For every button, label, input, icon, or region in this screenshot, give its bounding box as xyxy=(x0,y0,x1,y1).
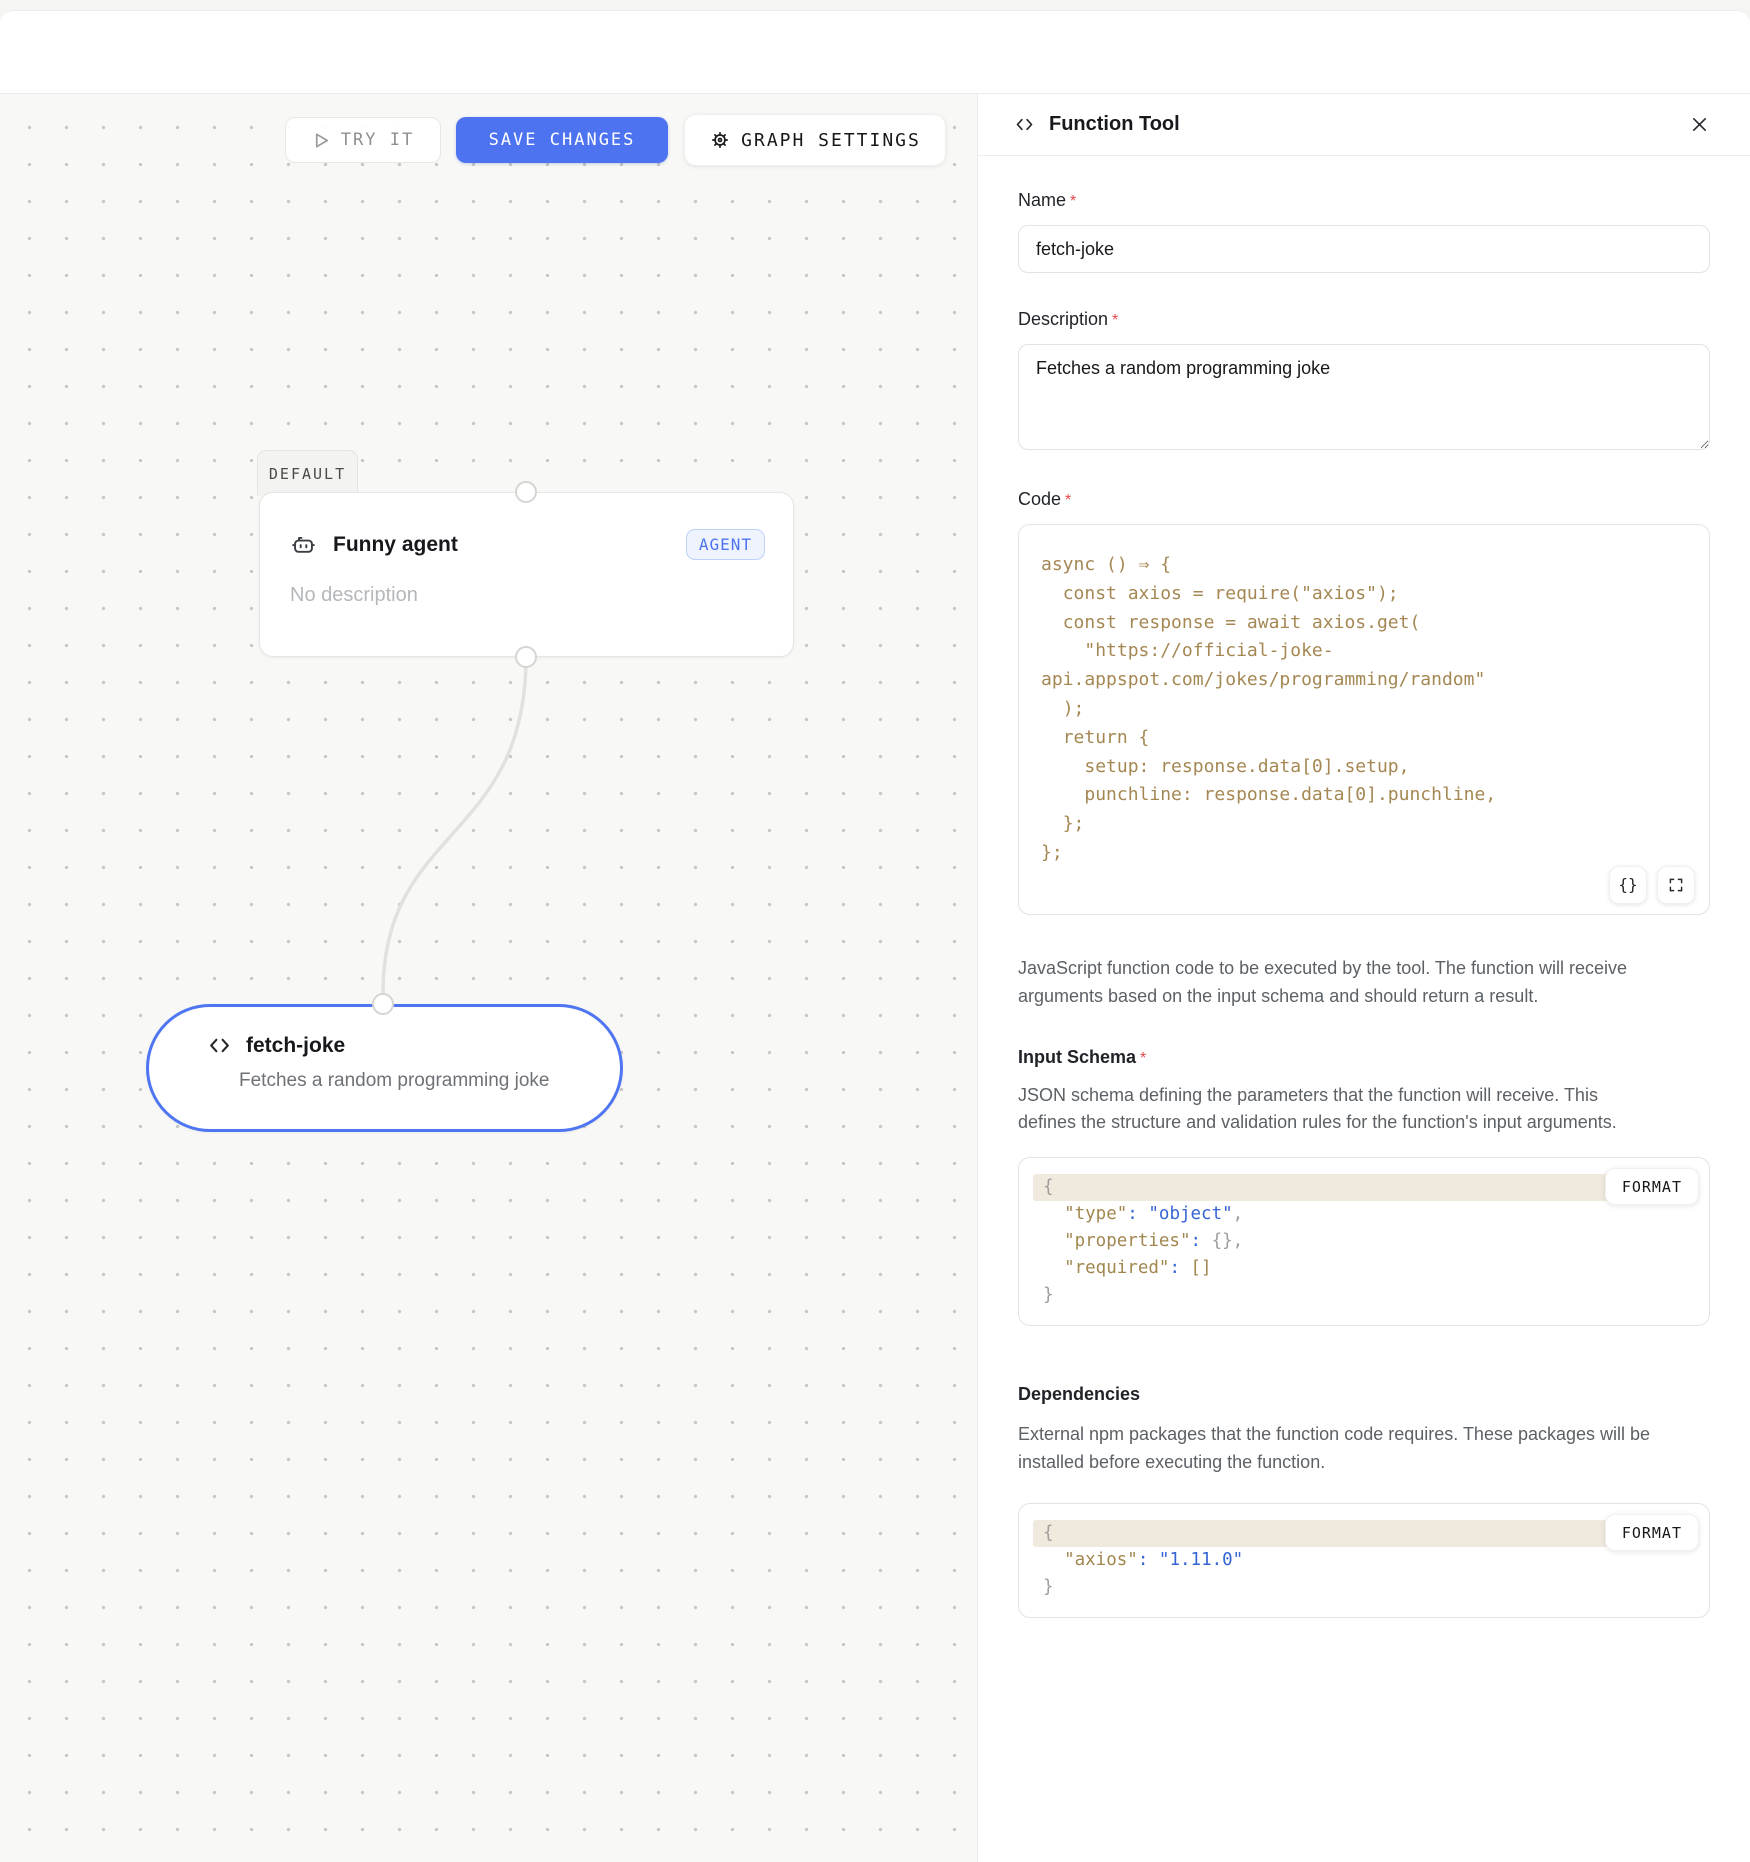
dependencies-editor[interactable]: { "axios": "1.11.0"} FORMAT xyxy=(1018,1503,1710,1618)
fullscreen-icon xyxy=(1668,877,1684,893)
name-input[interactable] xyxy=(1018,225,1710,273)
graph-canvas[interactable]: TRY IT SAVE CHANGES xyxy=(0,93,977,1862)
dependencies-help-text: External npm packages that the function … xyxy=(1018,1421,1658,1477)
required-asterisk: * xyxy=(1112,312,1118,329)
group-label-default: DEFAULT xyxy=(257,450,358,496)
required-asterisk: * xyxy=(1140,1050,1146,1067)
try-it-label: TRY IT xyxy=(341,130,414,150)
format-braces-button[interactable]: {} xyxy=(1609,866,1647,904)
close-icon xyxy=(1690,115,1709,134)
required-asterisk: * xyxy=(1070,193,1076,210)
expand-fullscreen-button[interactable] xyxy=(1657,866,1695,904)
format-button[interactable]: FORMAT xyxy=(1605,1514,1699,1551)
tool-node-title: fetch-joke xyxy=(246,1034,345,1058)
gear-icon xyxy=(709,129,731,151)
node-funny-agent[interactable]: Funny agent AGENT No description xyxy=(259,492,794,657)
input-schema-content[interactable]: { "type": "object", "properties": {}, "r… xyxy=(1033,1174,1695,1309)
tool-node-description: Fetches a random programming joke xyxy=(149,1058,620,1092)
code-icon xyxy=(207,1033,232,1058)
function-tool-panel: Function Tool Name* Description* xyxy=(977,93,1750,1862)
app-window: TRY IT SAVE CHANGES xyxy=(0,10,1750,1862)
try-it-button[interactable]: TRY IT xyxy=(285,117,441,163)
agent-node-description: No description xyxy=(260,560,793,607)
name-label: Name xyxy=(1018,190,1066,210)
code-icon xyxy=(1014,114,1035,135)
format-button[interactable]: FORMAT xyxy=(1605,1168,1699,1205)
code-editor[interactable]: async () ⇒ { const axios = require("axio… xyxy=(1018,524,1710,915)
tool-top-handle[interactable] xyxy=(372,993,394,1015)
graph-settings-label: GRAPH SETTINGS xyxy=(741,130,921,151)
agent-node-title: Funny agent xyxy=(333,533,670,557)
code-label: Code xyxy=(1018,489,1061,509)
description-textarea[interactable]: Fetches a random programming joke xyxy=(1018,344,1710,450)
dependencies-label: Dependencies xyxy=(1018,1384,1140,1404)
code-help-text: JavaScript function code to be executed … xyxy=(1018,955,1668,1011)
input-schema-label: Input Schema xyxy=(1018,1047,1136,1067)
panel-title: Function Tool xyxy=(1049,113,1670,136)
input-schema-editor[interactable]: { "type": "object", "properties": {}, "r… xyxy=(1018,1157,1710,1326)
save-changes-label: SAVE CHANGES xyxy=(489,130,636,150)
save-changes-button[interactable]: SAVE CHANGES xyxy=(456,117,668,163)
close-panel-button[interactable] xyxy=(1684,110,1714,140)
agent-top-handle[interactable] xyxy=(515,481,537,503)
agent-type-badge: AGENT xyxy=(686,529,765,560)
node-fetch-joke[interactable]: fetch-joke Fetches a random programming … xyxy=(146,1004,623,1132)
dependencies-content[interactable]: { "axios": "1.11.0"} xyxy=(1033,1520,1695,1601)
edge-agent-to-tool xyxy=(0,94,977,1862)
required-asterisk: * xyxy=(1065,492,1071,509)
description-label: Description xyxy=(1018,309,1108,329)
robot-icon xyxy=(290,531,317,558)
play-icon xyxy=(312,131,331,150)
graph-settings-button[interactable]: GRAPH SETTINGS xyxy=(684,114,946,166)
top-chrome xyxy=(0,11,1750,93)
input-schema-help-text: JSON schema defining the parameters that… xyxy=(1018,1082,1638,1138)
code-content[interactable]: async () ⇒ { const axios = require("axio… xyxy=(1041,551,1687,868)
agent-bottom-handle[interactable] xyxy=(515,646,537,668)
